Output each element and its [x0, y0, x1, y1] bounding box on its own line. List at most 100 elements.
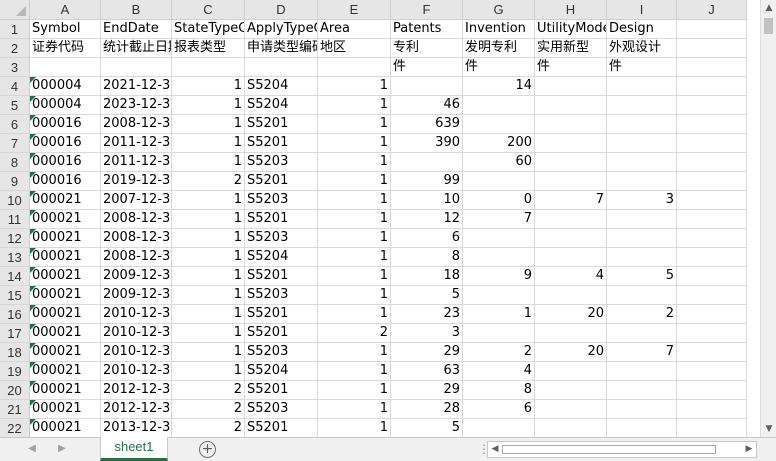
cell-c6[interactable]: 1 [172, 115, 245, 134]
cell-h17[interactable] [535, 324, 607, 343]
cell-f20[interactable]: 29 [391, 381, 463, 400]
cell-e18[interactable]: 1 [318, 343, 391, 362]
tab-sheet1[interactable]: sheet1 [100, 437, 168, 461]
cell-c11[interactable]: 1 [172, 210, 245, 229]
cell-j11[interactable] [677, 210, 747, 229]
scroll-down-icon[interactable]: ▼ [761, 421, 776, 437]
scroll-left-icon[interactable]: ◀ [488, 442, 502, 457]
cell-h19[interactable] [535, 362, 607, 381]
cell-h5[interactable] [535, 96, 607, 115]
cell-a1[interactable]: Symbol [30, 20, 101, 39]
cell-a8[interactable]: 000016 [30, 153, 101, 172]
cell-c18[interactable]: 1 [172, 343, 245, 362]
cell-d4[interactable]: S5204 [245, 77, 318, 96]
cell-i11[interactable] [607, 210, 677, 229]
row-header-11[interactable]: 11 [0, 210, 30, 229]
column-header-f[interactable]: F [391, 0, 463, 20]
cell-h22[interactable] [535, 419, 607, 437]
cell-j7[interactable] [677, 134, 747, 153]
row-header-9[interactable]: 9 [0, 172, 30, 191]
cell-h15[interactable] [535, 286, 607, 305]
cell-j5[interactable] [677, 96, 747, 115]
cell-i7[interactable] [607, 134, 677, 153]
cell-h16[interactable]: 20 [535, 305, 607, 324]
cell-j9[interactable] [677, 172, 747, 191]
cell-h4[interactable] [535, 77, 607, 96]
cell-i20[interactable] [607, 381, 677, 400]
select-all-corner[interactable] [0, 0, 30, 20]
cell-h9[interactable] [535, 172, 607, 191]
cell-d9[interactable]: S5201 [245, 172, 318, 191]
cell-f18[interactable]: 29 [391, 343, 463, 362]
cell-i15[interactable] [607, 286, 677, 305]
cell-b21[interactable]: 2012-12-31 [101, 400, 172, 419]
cell-c14[interactable]: 1 [172, 267, 245, 286]
cell-c8[interactable]: 1 [172, 153, 245, 172]
cell-f1[interactable]: Patents [391, 20, 463, 39]
cell-e9[interactable]: 1 [318, 172, 391, 191]
cell-b2[interactable]: 统计截止日期 [101, 39, 172, 58]
cell-b10[interactable]: 2007-12-31 [101, 191, 172, 210]
cell-a2[interactable]: 证券代码 [30, 39, 101, 58]
cell-d16[interactable]: S5201 [245, 305, 318, 324]
cell-h21[interactable] [535, 400, 607, 419]
cell-g1[interactable]: Invention [463, 20, 535, 39]
cell-d22[interactable]: S5201 [245, 419, 318, 437]
cell-g2[interactable]: 发明专利 [463, 39, 535, 58]
cell-a13[interactable]: 000021 [30, 248, 101, 267]
cell-e19[interactable]: 1 [318, 362, 391, 381]
vertical-scroll-thumb[interactable] [764, 18, 773, 34]
cell-e22[interactable]: 1 [318, 419, 391, 437]
cell-j19[interactable] [677, 362, 747, 381]
cell-d13[interactable]: S5204 [245, 248, 318, 267]
cell-d6[interactable]: S5201 [245, 115, 318, 134]
cell-c19[interactable]: 1 [172, 362, 245, 381]
row-header-1[interactable]: 1 [0, 20, 30, 39]
cell-d20[interactable]: S5201 [245, 381, 318, 400]
cell-a15[interactable]: 000021 [30, 286, 101, 305]
cell-a17[interactable]: 000021 [30, 324, 101, 343]
cell-j2[interactable] [677, 39, 747, 58]
cell-a19[interactable]: 000021 [30, 362, 101, 381]
row-header-4[interactable]: 4 [0, 77, 30, 96]
cell-j1[interactable] [677, 20, 747, 39]
cell-b7[interactable]: 2011-12-31 [101, 134, 172, 153]
cell-g3[interactable]: 件 [463, 58, 535, 77]
cell-g10[interactable]: 0 [463, 191, 535, 210]
chevron-left-icon[interactable]: ◀ [24, 438, 40, 461]
column-header-j[interactable]: J [677, 0, 747, 20]
chevron-right-icon[interactable]: ▶ [54, 438, 70, 461]
cell-h7[interactable] [535, 134, 607, 153]
cell-g19[interactable]: 4 [463, 362, 535, 381]
cell-i9[interactable] [607, 172, 677, 191]
cell-e1[interactable]: Area [318, 20, 391, 39]
cell-i3[interactable]: 件 [607, 58, 677, 77]
cell-c15[interactable]: 1 [172, 286, 245, 305]
cell-f3[interactable]: 件 [391, 58, 463, 77]
cell-c16[interactable]: 1 [172, 305, 245, 324]
cell-g4[interactable]: 14 [463, 77, 535, 96]
cell-e17[interactable]: 2 [318, 324, 391, 343]
cell-a16[interactable]: 000021 [30, 305, 101, 324]
cell-f19[interactable]: 63 [391, 362, 463, 381]
cell-g7[interactable]: 200 [463, 134, 535, 153]
cell-d19[interactable]: S5204 [245, 362, 318, 381]
cell-c13[interactable]: 1 [172, 248, 245, 267]
row-header-20[interactable]: 20 [0, 381, 30, 400]
row-header-2[interactable]: 2 [0, 39, 30, 58]
cell-a12[interactable]: 000021 [30, 229, 101, 248]
cell-c7[interactable]: 1 [172, 134, 245, 153]
cell-g6[interactable] [463, 115, 535, 134]
cell-f17[interactable]: 3 [391, 324, 463, 343]
cell-g17[interactable] [463, 324, 535, 343]
cell-j12[interactable] [677, 229, 747, 248]
cell-d15[interactable]: S5203 [245, 286, 318, 305]
cell-f7[interactable]: 390 [391, 134, 463, 153]
cell-g12[interactable] [463, 229, 535, 248]
cell-j13[interactable] [677, 248, 747, 267]
cell-b17[interactable]: 2010-12-31 [101, 324, 172, 343]
cell-a20[interactable]: 000021 [30, 381, 101, 400]
cell-f16[interactable]: 23 [391, 305, 463, 324]
cell-c12[interactable]: 1 [172, 229, 245, 248]
scroll-up-icon[interactable]: ▲ [761, 0, 776, 16]
